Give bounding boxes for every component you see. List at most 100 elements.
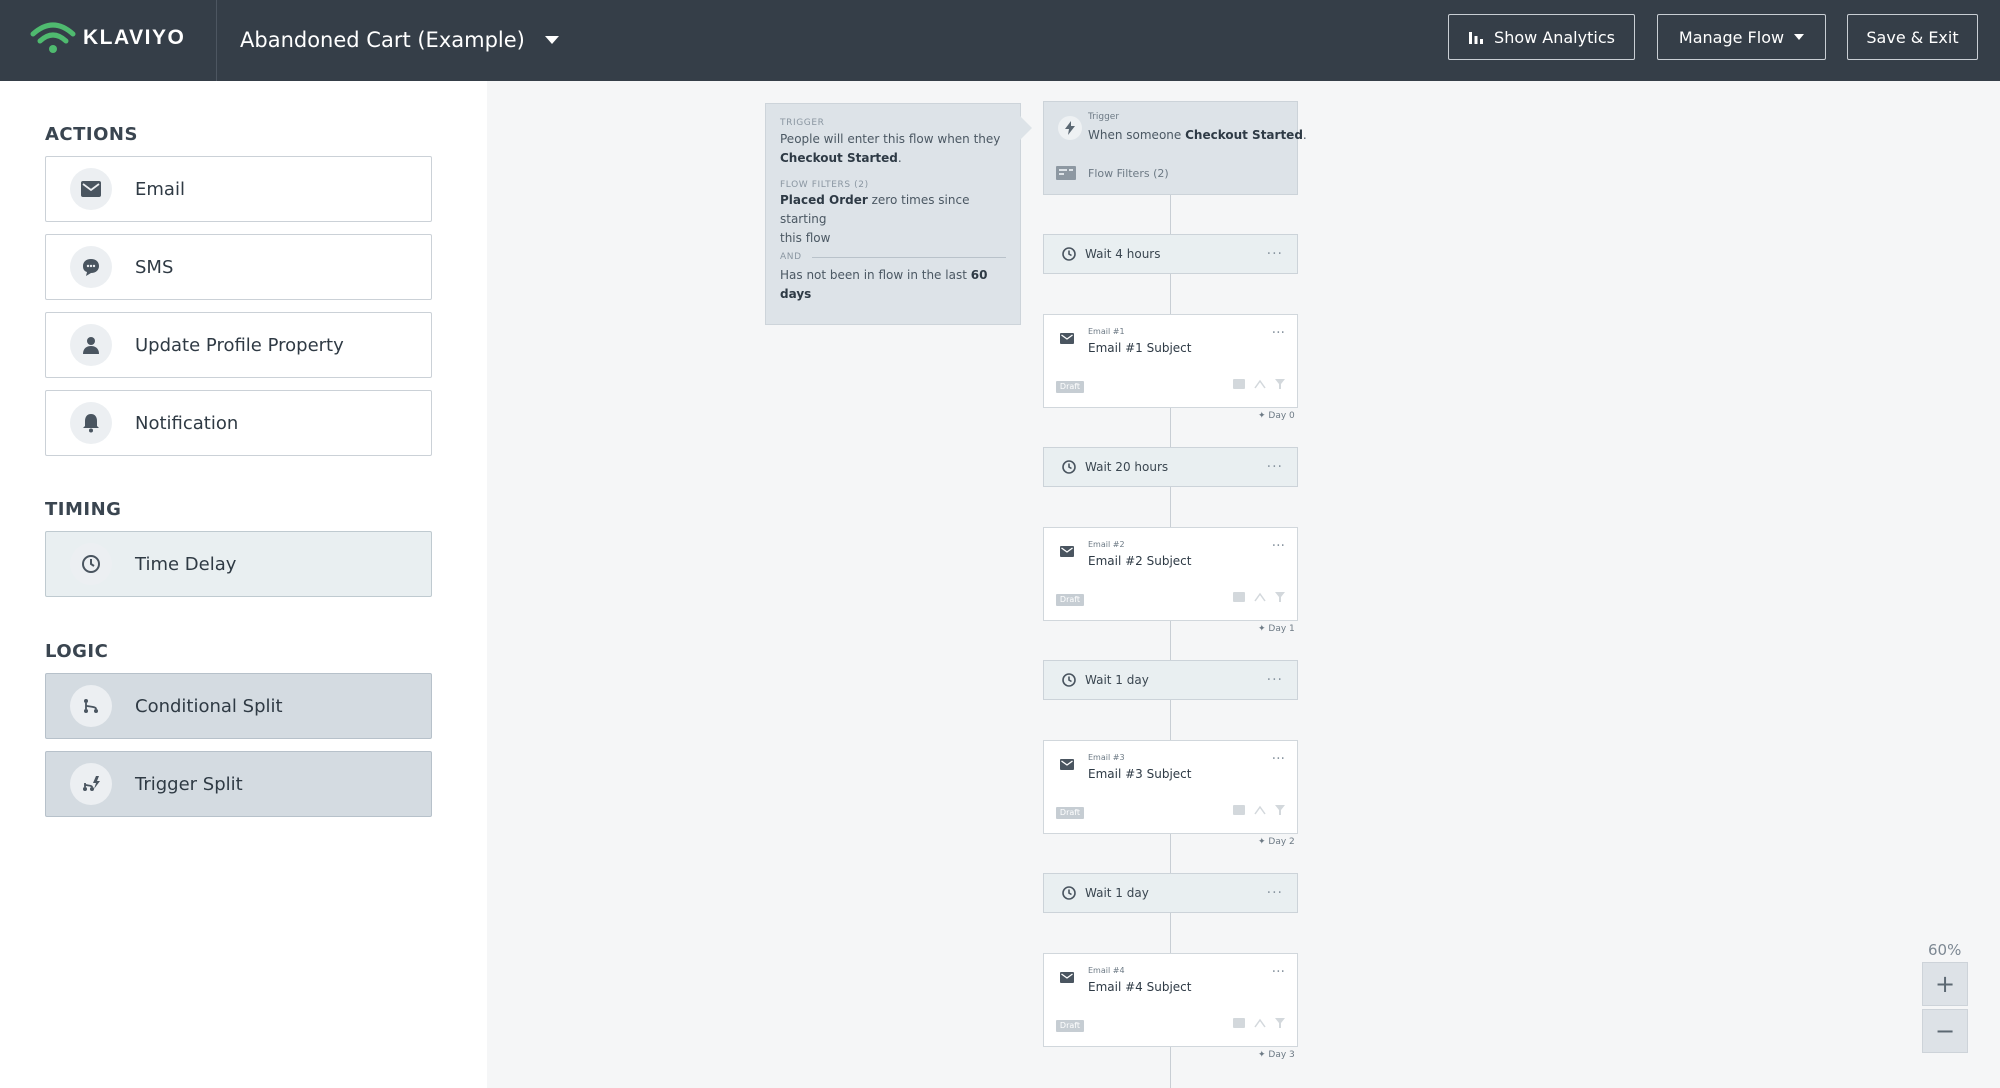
more-options-icon[interactable]: ···: [1272, 751, 1285, 767]
info-trigger-event: Checkout Started.: [780, 151, 902, 165]
lightning-bolt-icon: [1058, 116, 1082, 140]
ab-test-icon[interactable]: [1254, 379, 1266, 389]
email-tools: [1233, 1018, 1285, 1028]
action-label: Email: [135, 178, 185, 200]
trigger-node[interactable]: Trigger When someone Checkout Started. F…: [1043, 101, 1307, 195]
day-marker: ✦ Day 1: [1258, 624, 1295, 634]
and-divider-line: [811, 256, 1006, 258]
preview-icon[interactable]: [1233, 805, 1245, 815]
day-marker: ✦ Day 2: [1258, 837, 1295, 847]
email-node[interactable]: Email #4 Email #4 Subject ··· Draft: [1043, 953, 1298, 1047]
email-number: Email #4: [1088, 966, 1125, 975]
trigger-split-icon: [70, 763, 112, 805]
info-filter-2-unit: days: [780, 287, 812, 301]
filter-icon[interactable]: [1275, 379, 1285, 389]
sidebar: ACTIONS Email SMS Update Profile Propert…: [0, 81, 487, 1088]
zoom-in-button[interactable]: +: [1922, 962, 1968, 1006]
info-filter-1-cont: this flow: [780, 231, 831, 245]
info-trigger-text: People will enter this flow when they: [780, 132, 1001, 146]
email-node[interactable]: Email #2 Email #2 Subject ··· Draft: [1043, 527, 1298, 621]
clock-icon: [1062, 673, 1076, 687]
clock-icon: [70, 543, 112, 585]
manage-flow-label: Manage Flow: [1678, 27, 1785, 47]
more-options-icon[interactable]: ···: [1267, 885, 1283, 901]
more-options-icon[interactable]: ···: [1267, 672, 1283, 688]
zoom-level: 60%: [1928, 941, 1962, 959]
flow-name-dropdown[interactable]: Abandoned Cart (Example): [240, 22, 559, 58]
split-icon: [70, 685, 112, 727]
more-options-icon[interactable]: ···: [1272, 325, 1285, 341]
more-options-icon[interactable]: ···: [1267, 246, 1283, 262]
minus-icon: −: [1934, 1017, 1956, 1045]
ab-test-icon[interactable]: [1254, 592, 1266, 602]
more-options-icon[interactable]: ···: [1272, 964, 1285, 980]
email-subject: Email #2 Subject: [1088, 554, 1192, 568]
flow-filters-link[interactable]: Flow Filters (2): [1056, 166, 1169, 180]
top-bar: KLAVIYO Abandoned Cart (Example) Show An…: [0, 0, 2000, 81]
trigger-info-card: TRIGGER People will enter this flow when…: [765, 103, 1032, 325]
preview-icon[interactable]: [1233, 592, 1245, 602]
person-icon: [70, 324, 112, 366]
envelope-icon: [1060, 333, 1074, 344]
actions-heading: ACTIONS: [45, 124, 138, 145]
timing-tile-time-delay[interactable]: Time Delay: [45, 531, 432, 597]
wait-node[interactable]: Wait 20 hours ···: [1043, 447, 1298, 487]
ab-test-icon[interactable]: [1254, 805, 1266, 815]
wait-label: Wait 1 day: [1085, 886, 1149, 900]
wait-node[interactable]: Wait 1 day ···: [1043, 660, 1298, 700]
trigger-node-label: Trigger: [1088, 112, 1120, 122]
show-analytics-label: Show Analytics: [1494, 27, 1615, 47]
filter-icon[interactable]: [1275, 805, 1285, 815]
info-filters-label: FLOW FILTERS (2): [780, 180, 869, 190]
wait-node[interactable]: Wait 1 day ···: [1043, 873, 1298, 913]
filter-icon[interactable]: [1275, 592, 1285, 602]
clock-icon: [1062, 886, 1076, 900]
and-label: AND: [780, 252, 802, 262]
clock-icon: [1062, 247, 1076, 261]
logic-label: Trigger Split: [135, 773, 243, 795]
chevron-down-icon: [544, 36, 559, 44]
zoom-out-button[interactable]: −: [1922, 1009, 1968, 1053]
logo-text: KLAVIYO: [83, 26, 186, 49]
bell-icon: [70, 402, 112, 444]
chat-bubble-icon: [70, 246, 112, 288]
clock-icon: [1062, 460, 1076, 474]
ab-test-icon[interactable]: [1254, 1018, 1266, 1028]
action-tile-sms[interactable]: SMS: [45, 234, 432, 300]
manage-flow-button[interactable]: Manage Flow: [1657, 14, 1826, 60]
info-filter-2: Has not been in flow in the last 60: [780, 268, 988, 282]
chevron-down-icon: [1794, 34, 1805, 40]
logic-tile-conditional-split[interactable]: Conditional Split: [45, 673, 432, 739]
action-tile-update-profile-property[interactable]: Update Profile Property: [45, 312, 432, 378]
email-number: Email #1: [1088, 327, 1125, 336]
preview-icon[interactable]: [1233, 379, 1245, 389]
more-options-icon[interactable]: ···: [1272, 538, 1285, 554]
email-node[interactable]: Email #1 Email #1 Subject ··· Draft: [1043, 314, 1298, 408]
envelope-icon: [70, 168, 112, 210]
email-number: Email #3: [1088, 753, 1125, 762]
logic-label: Conditional Split: [135, 695, 283, 717]
draft-badge: Draft: [1056, 1020, 1084, 1032]
email-number: Email #2: [1088, 540, 1125, 549]
show-analytics-button[interactable]: Show Analytics: [1448, 14, 1635, 60]
action-tile-email[interactable]: Email: [45, 156, 432, 222]
day-marker: ✦ Day 3: [1258, 1050, 1295, 1060]
email-subject: Email #1 Subject: [1088, 341, 1192, 355]
more-options-icon[interactable]: ···: [1267, 459, 1283, 475]
flow-filters-label: Flow Filters (2): [1088, 166, 1169, 180]
envelope-icon: [1060, 546, 1074, 557]
info-trigger-label: TRIGGER: [780, 118, 825, 128]
save-exit-button[interactable]: Save & Exit: [1847, 14, 1978, 60]
action-tile-notification[interactable]: Notification: [45, 390, 432, 456]
save-exit-label: Save & Exit: [1866, 27, 1959, 47]
plus-icon: +: [1934, 970, 1956, 998]
day-marker: ✦ Day 0: [1258, 411, 1295, 421]
filter-icon[interactable]: [1275, 1018, 1285, 1028]
email-node[interactable]: Email #3 Email #3 Subject ··· Draft: [1043, 740, 1298, 834]
filter-list-icon: [1056, 166, 1076, 180]
wait-node[interactable]: Wait 4 hours ···: [1043, 234, 1298, 274]
klaviyo-logo[interactable]: KLAVIYO: [29, 18, 185, 58]
logic-tile-trigger-split[interactable]: Trigger Split: [45, 751, 432, 817]
draft-badge: Draft: [1056, 594, 1084, 606]
preview-icon[interactable]: [1233, 1018, 1245, 1028]
